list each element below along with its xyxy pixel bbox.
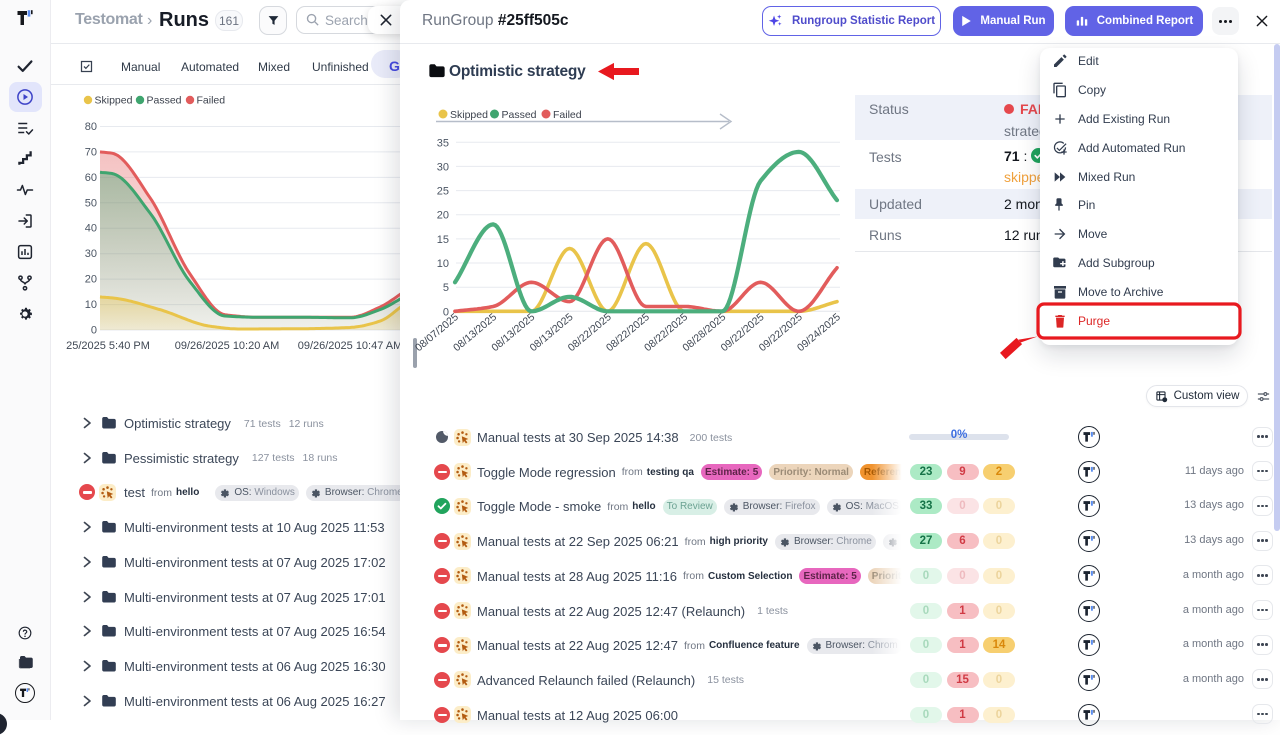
- svg-text:25: 25: [437, 186, 449, 198]
- svg-text:10: 10: [437, 258, 449, 270]
- svg-text:20: 20: [437, 210, 449, 222]
- svg-text:Failed: Failed: [553, 109, 582, 121]
- svg-text:35: 35: [437, 137, 449, 149]
- svg-text:15: 15: [437, 234, 449, 246]
- svg-text:30: 30: [437, 161, 449, 173]
- svg-text:Skipped: Skipped: [450, 109, 488, 121]
- svg-text:5: 5: [443, 282, 449, 294]
- svg-text:Passed: Passed: [502, 109, 537, 121]
